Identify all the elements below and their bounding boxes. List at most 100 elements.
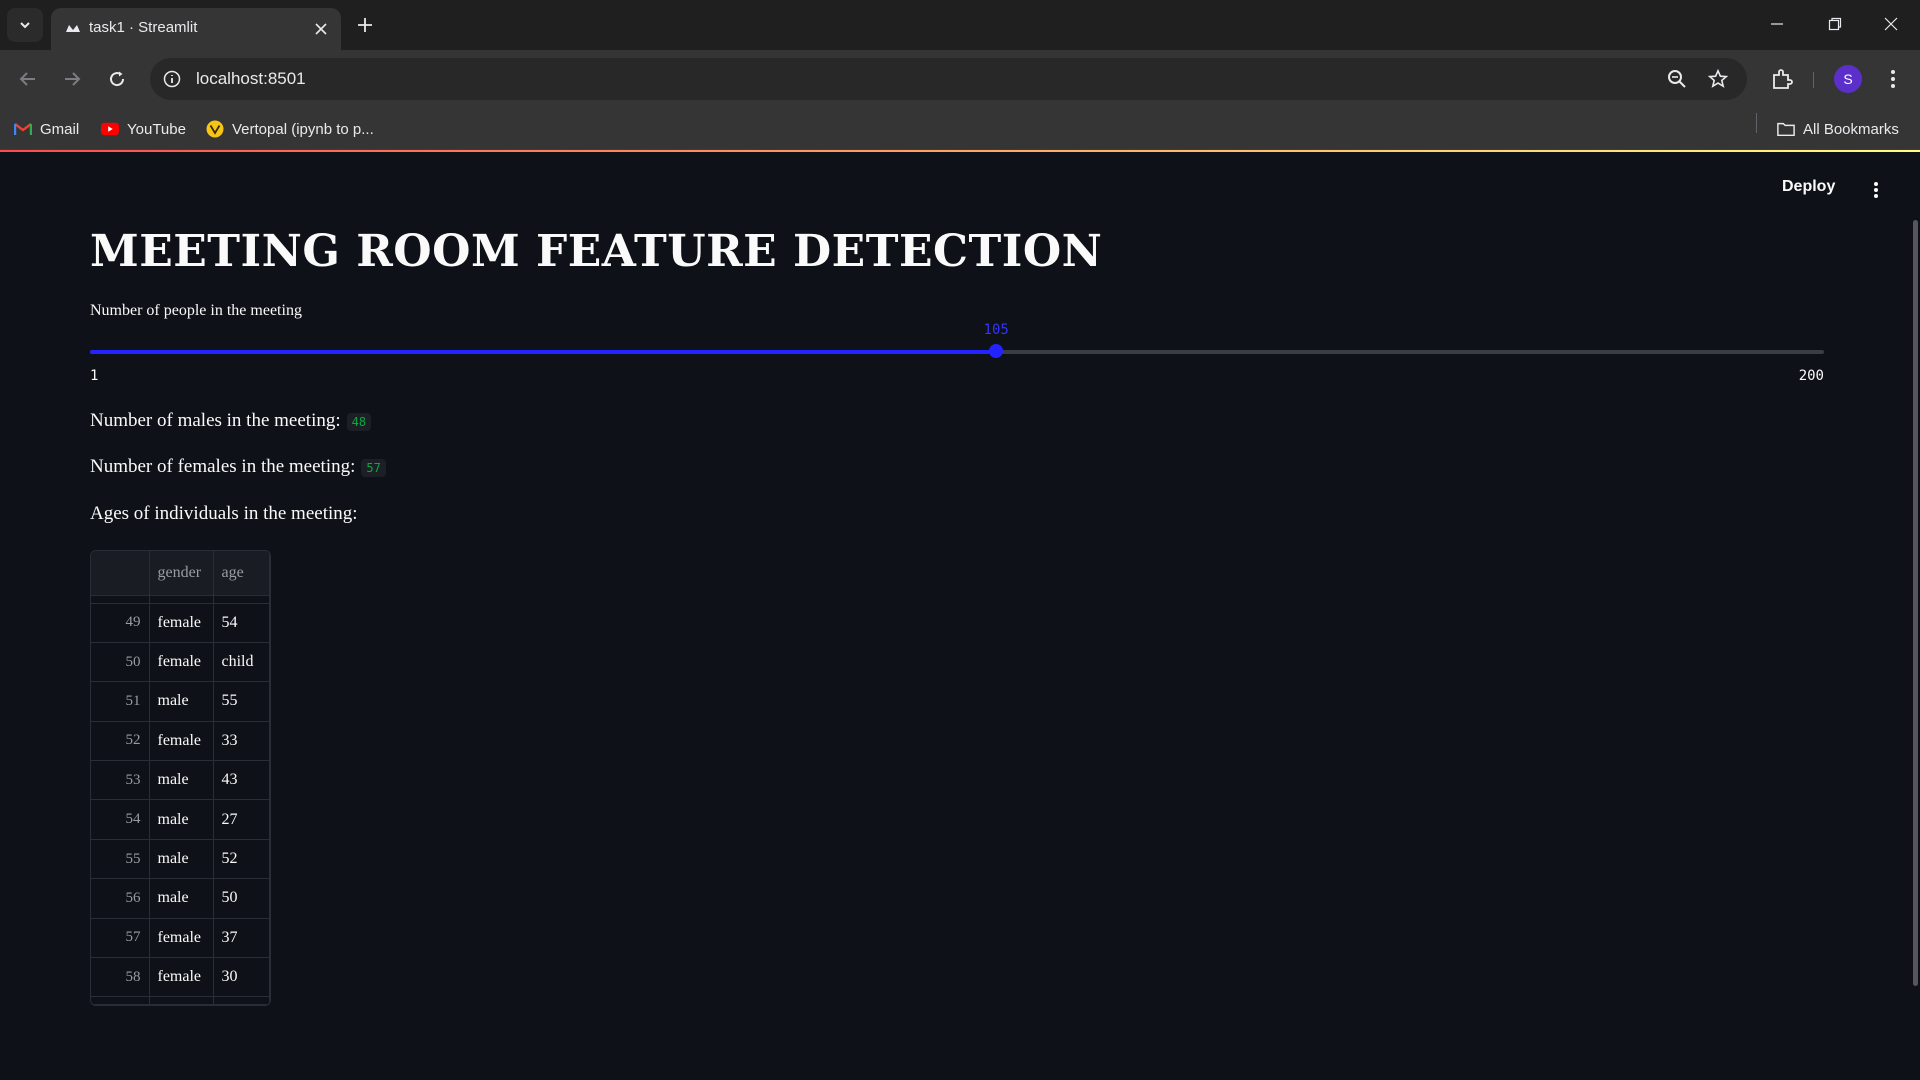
folder-icon bbox=[1777, 120, 1795, 138]
age-cell[interactable]: 55 bbox=[213, 681, 270, 722]
females-label: Number of females in the meeting: bbox=[90, 456, 356, 477]
row-index: 52 bbox=[91, 721, 150, 762]
gender-cell[interactable]: female bbox=[149, 957, 214, 998]
address-bar[interactable]: localhost:8501 bbox=[150, 58, 1747, 100]
table-row[interactable]: 51 male 55 bbox=[91, 681, 270, 722]
browser-menu-button[interactable] bbox=[1878, 64, 1908, 94]
deploy-button[interactable]: Deploy bbox=[1782, 178, 1835, 196]
zoom-button[interactable] bbox=[1665, 67, 1689, 91]
table-row-spacer bbox=[91, 996, 270, 1006]
males-count-line: Number of males in the meeting: 48 bbox=[90, 410, 372, 432]
ages-heading: Ages of individuals in the meeting: bbox=[90, 503, 358, 524]
age-cell[interactable]: 37 bbox=[213, 918, 270, 959]
bookmark-label: Vertopal (ipynb to p... bbox=[232, 120, 374, 138]
bookmark-star-button[interactable] bbox=[1706, 67, 1730, 91]
bookmark-vertopal[interactable]: Vertopal (ipynb to p... bbox=[206, 117, 374, 141]
table-row[interactable]: 53 male 43 bbox=[91, 760, 270, 801]
age-cell[interactable]: 50 bbox=[213, 878, 270, 919]
age-cell[interactable]: 33 bbox=[213, 721, 270, 762]
row-index: 53 bbox=[91, 760, 150, 801]
reload-button[interactable] bbox=[102, 64, 132, 94]
chevron-down-icon bbox=[20, 22, 30, 29]
age-cell[interactable]: 30 bbox=[213, 957, 270, 998]
age-cell[interactable]: 27 bbox=[213, 799, 270, 840]
slider-value: 105 bbox=[983, 322, 1009, 338]
age-cell[interactable]: 43 bbox=[213, 760, 270, 801]
reload-icon bbox=[110, 71, 125, 87]
new-tab-button[interactable] bbox=[352, 12, 378, 38]
star-icon bbox=[1708, 69, 1728, 88]
table-row[interactable]: 54 male 27 bbox=[91, 799, 270, 840]
gender-column-header[interactable]: gender bbox=[149, 551, 214, 596]
table-row[interactable]: 50 female child bbox=[91, 642, 270, 683]
vertopal-icon bbox=[206, 120, 224, 138]
url-text: localhost:8501 bbox=[196, 69, 306, 88]
gender-cell[interactable]: male bbox=[149, 839, 214, 880]
table-row[interactable]: 49 female 54 bbox=[91, 603, 270, 643]
bookmarks-divider bbox=[1756, 113, 1757, 133]
index-column-header bbox=[91, 551, 150, 596]
all-bookmarks-button[interactable]: All Bookmarks bbox=[1777, 117, 1899, 141]
ages-dataframe[interactable]: gender age 49 female 54 50 female child 51 ma… bbox=[90, 550, 271, 1007]
gmail-icon bbox=[14, 120, 32, 138]
row-index: 51 bbox=[91, 681, 150, 722]
restore-icon bbox=[1828, 17, 1842, 31]
site-info-button[interactable] bbox=[160, 67, 184, 91]
minimize-icon bbox=[1771, 23, 1783, 25]
slider-min-label: 1 bbox=[90, 368, 99, 384]
row-index: 49 bbox=[91, 603, 150, 643]
gender-cell[interactable]: female bbox=[149, 603, 214, 643]
row-index: 57 bbox=[91, 918, 150, 959]
minimize-button[interactable] bbox=[1748, 0, 1806, 48]
close-icon bbox=[315, 23, 327, 35]
age-cell[interactable]: child bbox=[213, 642, 270, 683]
app-menu-button[interactable] bbox=[1866, 178, 1886, 202]
females-count: 57 bbox=[361, 458, 386, 477]
gender-cell[interactable]: male bbox=[149, 681, 214, 722]
age-cell[interactable]: 54 bbox=[213, 603, 270, 643]
active-tab[interactable]: task1 · Streamlit bbox=[51, 8, 341, 50]
slider-thumb[interactable] bbox=[989, 344, 1004, 358]
close-window-button[interactable] bbox=[1862, 0, 1920, 48]
forward-button[interactable] bbox=[57, 64, 87, 94]
table-row[interactable]: 52 female 33 bbox=[91, 721, 270, 762]
slider-fill bbox=[90, 350, 997, 354]
table-header-row: gender age bbox=[91, 551, 270, 596]
gender-cell[interactable]: female bbox=[149, 918, 214, 959]
table-row[interactable]: 58 female 30 bbox=[91, 957, 270, 998]
table-row[interactable]: 57 female 37 bbox=[91, 918, 270, 959]
row-index: 54 bbox=[91, 799, 150, 840]
browser-toolbar: localhost:8501 S bbox=[0, 50, 1920, 108]
back-button[interactable] bbox=[13, 64, 43, 94]
row-index: 56 bbox=[91, 878, 150, 919]
people-slider[interactable]: 105 bbox=[90, 322, 1824, 358]
table-row[interactable]: 56 male 50 bbox=[91, 878, 270, 919]
restore-button[interactable] bbox=[1806, 0, 1864, 48]
tab-strip: task1 · Streamlit bbox=[0, 0, 1920, 50]
gender-cell[interactable]: male bbox=[149, 878, 214, 919]
males-count: 48 bbox=[346, 412, 372, 431]
table-row-spacer bbox=[91, 595, 270, 604]
bookmark-youtube[interactable]: YouTube bbox=[101, 117, 186, 141]
page-title: MEETING ROOM FEATURE DETECTION bbox=[90, 226, 1103, 277]
puzzle-icon bbox=[1773, 69, 1793, 89]
toolbar-divider bbox=[1813, 72, 1814, 88]
tab-search-button[interactable] bbox=[7, 8, 43, 42]
page-scrollbar[interactable] bbox=[1913, 220, 1918, 986]
table-row[interactable]: 55 male 52 bbox=[91, 839, 270, 880]
streamlit-app: Deploy MEETING ROOM FEATURE DETECTION Nu… bbox=[0, 150, 1920, 1080]
profile-avatar[interactable]: S bbox=[1834, 65, 1862, 93]
plus-icon bbox=[358, 18, 372, 32]
bookmark-label: Gmail bbox=[40, 120, 80, 138]
gender-cell[interactable]: male bbox=[149, 760, 214, 801]
gender-cell[interactable]: female bbox=[149, 721, 214, 762]
row-index: 55 bbox=[91, 839, 150, 880]
tab-close-button[interactable] bbox=[311, 19, 331, 39]
extensions-button[interactable] bbox=[1767, 64, 1797, 94]
bookmark-gmail[interactable]: Gmail bbox=[14, 117, 79, 141]
gender-cell[interactable]: female bbox=[149, 642, 214, 683]
gender-cell[interactable]: male bbox=[149, 799, 214, 840]
age-column-header[interactable]: age bbox=[213, 551, 270, 596]
age-cell[interactable]: 52 bbox=[213, 839, 270, 880]
kebab-menu-icon bbox=[1874, 182, 1878, 198]
